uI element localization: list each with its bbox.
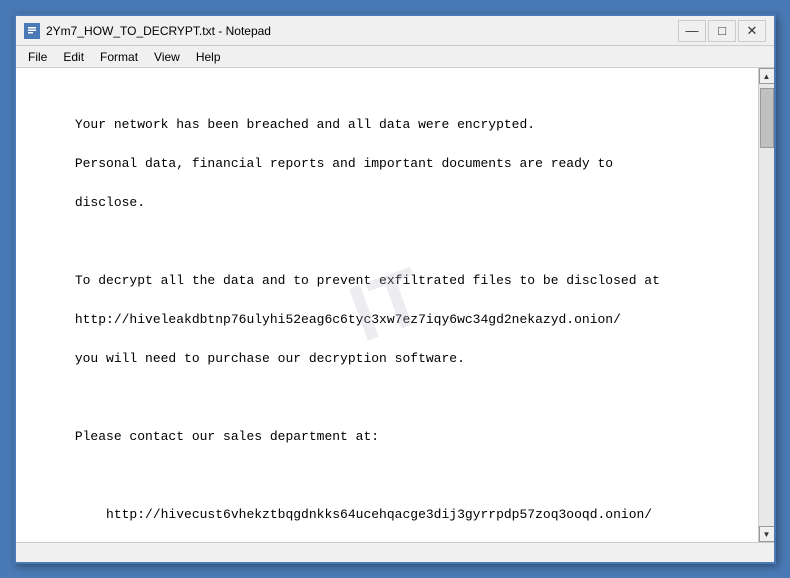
scroll-down-button[interactable]: ▼ [759, 526, 775, 542]
text-line6: you will need to purchase our decryption… [75, 351, 465, 366]
text-line5: http://hiveleakdbtnp76ulyhi52eag6c6tyc3x… [75, 312, 621, 327]
content-area: IT Your network has been breached and al… [16, 68, 774, 542]
menu-bar: File Edit Format View Help [16, 46, 774, 68]
menu-format[interactable]: Format [92, 46, 146, 67]
scrollbar-track[interactable] [759, 84, 774, 526]
notepad-window: 2Ym7_HOW_TO_DECRYPT.txt - Notepad — □ ✕ … [14, 14, 776, 564]
text-line7: Please contact our sales department at: [75, 429, 379, 444]
maximize-button[interactable]: □ [708, 20, 736, 42]
menu-edit[interactable]: Edit [55, 46, 92, 67]
menu-view[interactable]: View [146, 46, 188, 67]
app-icon [24, 23, 40, 39]
scrollbar[interactable]: ▲ ▼ [758, 68, 774, 542]
text-line8: http://hivecust6vhekztbqgdnkks64ucehqacg… [75, 507, 652, 522]
text-line4: To decrypt all the data and to prevent e… [75, 273, 660, 288]
text-line3: disclose. [75, 195, 145, 210]
window-controls: — □ ✕ [678, 20, 766, 42]
scrollbar-thumb[interactable] [760, 88, 774, 148]
close-button[interactable]: ✕ [738, 20, 766, 42]
scroll-up-button[interactable]: ▲ [759, 68, 775, 84]
minimize-button[interactable]: — [678, 20, 706, 42]
title-bar: 2Ym7_HOW_TO_DECRYPT.txt - Notepad — □ ✕ [16, 16, 774, 46]
status-bar [16, 542, 774, 562]
text-line1: Your network has been breached and all d… [75, 117, 535, 132]
window-title: 2Ym7_HOW_TO_DECRYPT.txt - Notepad [46, 24, 678, 38]
menu-file[interactable]: File [20, 46, 55, 67]
text-editor[interactable]: IT Your network has been breached and al… [16, 68, 758, 542]
text-line2: Personal data, financial reports and imp… [75, 156, 613, 171]
menu-help[interactable]: Help [188, 46, 229, 67]
